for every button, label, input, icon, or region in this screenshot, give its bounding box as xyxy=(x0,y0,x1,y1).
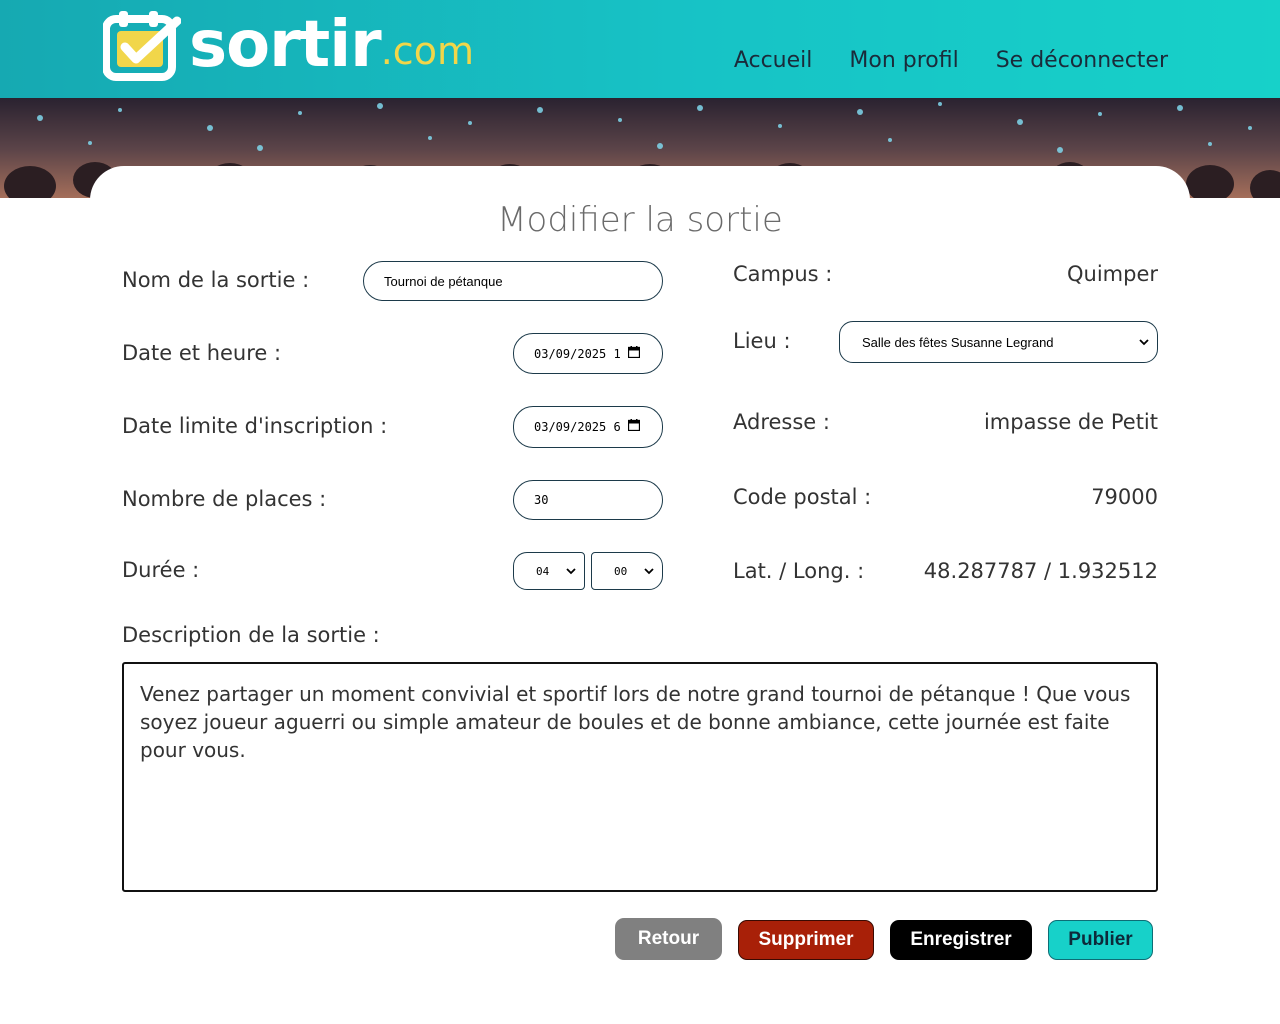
nav-se-deconnecter[interactable]: Se déconnecter xyxy=(996,48,1168,73)
chevron-down-icon xyxy=(644,568,654,575)
duree-label: Durée : xyxy=(122,558,200,582)
duree-hours-select[interactable]: 04 xyxy=(513,552,585,590)
cp-label: Code postal : xyxy=(733,485,872,509)
logo-text: sortir xyxy=(189,8,382,82)
latlong-label: Lat. / Long. : xyxy=(733,559,865,583)
duree-minutes-select[interactable]: 00 xyxy=(591,552,663,590)
adresse-value: impasse de Petit xyxy=(983,410,1158,434)
supprimer-button[interactable]: Supprimer xyxy=(738,920,874,960)
calendar-check-icon xyxy=(102,9,182,81)
description-label: Description de la sortie : xyxy=(122,623,380,647)
adresse-label: Adresse : xyxy=(733,410,830,434)
lieu-label: Lieu : xyxy=(733,329,791,353)
duree-minutes-value: 00 xyxy=(614,564,628,578)
cp-value: 79000 xyxy=(1091,485,1158,509)
date-input-value: 03/09/2025 1 xyxy=(534,346,621,361)
chevron-down-icon xyxy=(1139,339,1149,346)
page-title: Modifier la sortie xyxy=(497,200,783,240)
date-input[interactable]: 03/09/2025 1 xyxy=(513,333,663,374)
nom-input[interactable]: Tournoi de pétanque xyxy=(363,261,663,301)
description-textarea[interactable]: Venez partager un moment convivial et sp… xyxy=(122,662,1158,892)
lieu-select[interactable]: Salle des fêtes Susanne Legrand xyxy=(839,321,1158,363)
nav-mon-profil[interactable]: Mon profil xyxy=(849,48,958,73)
limite-input[interactable]: 03/09/2025 6 xyxy=(513,406,663,448)
main-nav: Accueil Mon profil Se déconnecter xyxy=(734,48,1168,73)
nom-input-value: Tournoi de pétanque xyxy=(384,273,503,289)
site-header: sortir .com Accueil Mon profil Se déconn… xyxy=(0,0,1280,98)
enregistrer-button[interactable]: Enregistrer xyxy=(890,920,1032,960)
lieu-select-value: Salle des fêtes Susanne Legrand xyxy=(862,334,1054,350)
logo-suffix: .com xyxy=(380,29,474,73)
campus-value: Quimper xyxy=(1066,262,1158,286)
chevron-down-icon xyxy=(566,568,576,575)
date-label: Date et heure : xyxy=(122,341,282,365)
campus-label: Campus : xyxy=(733,262,833,286)
places-label: Nombre de places : xyxy=(122,487,327,511)
calendar-icon[interactable] xyxy=(628,346,640,358)
calendar-icon[interactable] xyxy=(628,419,640,431)
nav-accueil[interactable]: Accueil xyxy=(734,48,813,73)
site-logo[interactable]: sortir .com xyxy=(102,8,474,82)
retour-button[interactable]: Retour xyxy=(615,918,722,960)
publier-button[interactable]: Publier xyxy=(1048,920,1153,960)
limite-input-value: 03/09/2025 6 xyxy=(534,420,621,434)
latlong-value: 48.287787 / 1.932512 xyxy=(923,559,1158,583)
nom-label: Nom de la sortie : xyxy=(122,268,310,292)
places-input-value: 30 xyxy=(534,493,549,507)
places-input[interactable]: 30 xyxy=(513,480,663,520)
limite-label: Date limite d'inscription : xyxy=(122,414,388,438)
duree-hours-value: 04 xyxy=(536,564,550,578)
